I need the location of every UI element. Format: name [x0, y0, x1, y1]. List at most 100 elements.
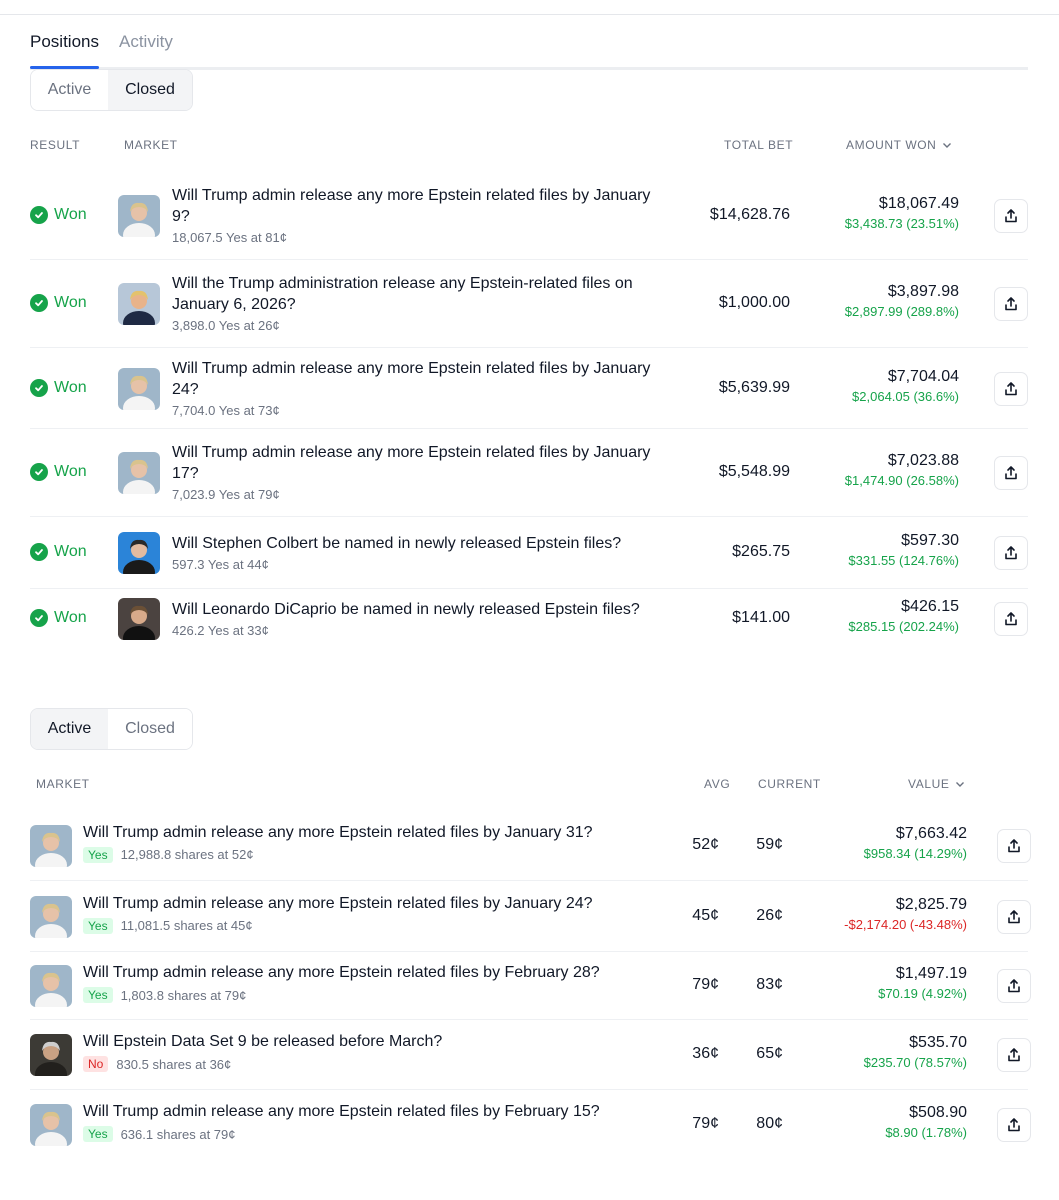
shares-summary: 11,081.5 shares at 45¢ — [120, 918, 253, 933]
closed-position-row[interactable]: Won Will the Trump administration release… — [30, 260, 1028, 348]
toggle-closed-button[interactable]: Closed — [108, 709, 192, 749]
result-status: Won — [30, 463, 87, 481]
result-status: Won — [30, 294, 87, 312]
amount-won-value: $3,897.98 — [887, 283, 959, 300]
share-button[interactable] — [997, 1038, 1031, 1072]
share-button[interactable] — [994, 602, 1028, 636]
share-button[interactable] — [997, 828, 1031, 863]
position-summary: 426.2 Yes at 33¢ — [172, 623, 269, 638]
share-button[interactable] — [997, 899, 1031, 934]
market-title[interactable]: Will Epstein Data Set 9 be released befo… — [83, 1031, 442, 1052]
market-thumbnail — [30, 895, 72, 938]
amount-won: $18,067.49 $3,438.73 (23.51%) — [845, 195, 959, 231]
header-market: MARKET — [124, 138, 178, 152]
active-position-row[interactable]: Will Epstein Data Set 9 be released befo… — [30, 1020, 1031, 1090]
outcome-badge: No — [83, 1056, 109, 1072]
position-value-amount: $508.90 — [909, 1104, 967, 1121]
tab-activity[interactable]: Activity — [119, 30, 173, 68]
market-title[interactable]: Will Leonardo DiCaprio be named in newly… — [172, 599, 672, 620]
market-title-line: January 6, 2026? — [172, 296, 296, 313]
active-section-toggle: Active Closed — [30, 708, 193, 750]
position-summary: Yes 11,081.5 shares at 45¢ — [83, 917, 253, 934]
check-circle-icon — [30, 206, 48, 224]
closed-position-row[interactable]: Won Will Trump admin release any more Eps… — [30, 348, 1028, 429]
market-title-line: Will Stephen Colbert be named in newly r… — [172, 535, 622, 552]
toggle-closed-button[interactable]: Closed — [108, 70, 192, 110]
share-button[interactable] — [994, 199, 1028, 233]
avg-price: 79¢ — [692, 976, 719, 993]
amount-won: $597.30 $331.55 (124.76%) — [848, 532, 959, 568]
share-icon — [1005, 612, 1017, 626]
toggle-active-button[interactable]: Active — [31, 70, 109, 110]
outcome-badge: Yes — [83, 987, 113, 1003]
position-summary: Yes 636.1 shares at 79¢ — [83, 1126, 236, 1142]
shares-summary: 830.5 shares at 36¢ — [116, 1056, 232, 1072]
shares-summary: 12,988.8 shares at 52¢ — [120, 847, 254, 862]
market-title[interactable]: Will Trump admin release any more Epstei… — [172, 358, 672, 400]
share-button[interactable] — [994, 536, 1028, 570]
position-value: $1,497.19 $70.19 (4.92%) — [878, 965, 967, 1001]
market-thumbnail-icon — [118, 195, 160, 237]
closed-position-row[interactable]: Won Will Stephen Colbert be named in newl… — [30, 517, 1028, 589]
market-title[interactable]: Will Trump admin release any more Epstei… — [83, 893, 593, 914]
total-bet-value: $265.75 — [732, 543, 790, 560]
market-thumbnail-icon — [30, 1034, 72, 1076]
result-label: Won — [54, 206, 87, 223]
share-button[interactable] — [994, 287, 1028, 321]
current-price: 65¢ — [756, 1045, 783, 1062]
position-summary: Yes 1,803.8 shares at 79¢ — [83, 987, 246, 1003]
current-price: 83¢ — [756, 976, 783, 993]
market-title-line: Will Trump admin release any more Epstei… — [172, 444, 651, 461]
market-title-line: Will Trump admin release any more Epstei… — [172, 360, 651, 377]
market-title[interactable]: Will Trump admin release any more Epstei… — [172, 442, 672, 484]
header-avg: AVG — [704, 777, 731, 791]
market-thumbnail — [30, 824, 72, 867]
result-label: Won — [54, 294, 87, 311]
active-position-row[interactable]: Will Trump admin release any more Epstei… — [30, 810, 1031, 881]
market-thumbnail-icon — [30, 824, 72, 867]
market-thumbnail — [30, 1104, 72, 1146]
share-button[interactable] — [994, 456, 1028, 490]
market-thumbnail-icon — [118, 598, 160, 640]
position-summary: 597.3 Yes at 44¢ — [172, 557, 269, 572]
market-title[interactable]: Will the Trump administration release an… — [172, 273, 672, 315]
market-thumbnail — [118, 452, 160, 494]
share-icon — [1005, 209, 1017, 223]
tab-positions[interactable]: Positions — [30, 30, 99, 68]
active-position-row[interactable]: Will Trump admin release any more Epstei… — [30, 1090, 1031, 1160]
amount-won-value: $597.30 — [901, 532, 959, 549]
check-circle-icon — [30, 463, 48, 481]
share-icon — [1008, 909, 1020, 923]
current-price: 26¢ — [756, 906, 783, 924]
share-button[interactable] — [997, 969, 1031, 1003]
closed-position-row[interactable]: Won Will Trump admin release any more Eps… — [30, 172, 1028, 260]
position-value: $7,663.42 $958.34 (14.29%) — [864, 825, 967, 861]
closed-position-row[interactable]: Won Will Trump admin release any more Eps… — [30, 429, 1028, 517]
market-thumbnail — [118, 283, 160, 325]
closed-position-row[interactable]: Won Will Leonardo DiCaprio be named in ne… — [30, 589, 1028, 649]
share-button[interactable] — [994, 371, 1028, 406]
active-position-row[interactable]: Will Trump admin release any more Epstei… — [30, 881, 1031, 952]
market-title[interactable]: Will Trump admin release any more Epstei… — [172, 185, 672, 227]
share-button[interactable] — [997, 1108, 1031, 1142]
market-title-line: 24? — [172, 381, 199, 398]
market-title[interactable]: Will Trump admin release any more Epstei… — [83, 1101, 600, 1122]
market-title[interactable]: Will Trump admin release any more Epstei… — [83, 822, 593, 843]
header-amount-won-sort[interactable]: AMOUNT WON — [846, 138, 952, 152]
outcome-badge: Yes — [83, 917, 113, 934]
share-icon — [1008, 1118, 1020, 1132]
market-title[interactable]: Will Stephen Colbert be named in newly r… — [172, 533, 672, 554]
amount-won-value: $18,067.49 — [878, 195, 959, 212]
market-thumbnail — [30, 965, 72, 1007]
pnl-change: -$2,174.20 (-43.48%) — [844, 916, 967, 932]
amount-won: $426.15 $285.15 (202.24%) — [848, 598, 959, 634]
position-value: $535.70 $235.70 (78.57%) — [864, 1034, 967, 1070]
market-title[interactable]: Will Trump admin release any more Epstei… — [83, 962, 600, 983]
active-position-row[interactable]: Will Trump admin release any more Epstei… — [30, 952, 1031, 1020]
total-bet-value: $5,639.99 — [718, 378, 790, 396]
share-icon — [1005, 297, 1017, 311]
total-bet-value: $1,000.00 — [718, 294, 790, 311]
toggle-active-button[interactable]: Active — [31, 709, 109, 749]
header-value-sort[interactable]: VALUE — [908, 777, 965, 791]
market-thumbnail-icon — [118, 367, 160, 410]
